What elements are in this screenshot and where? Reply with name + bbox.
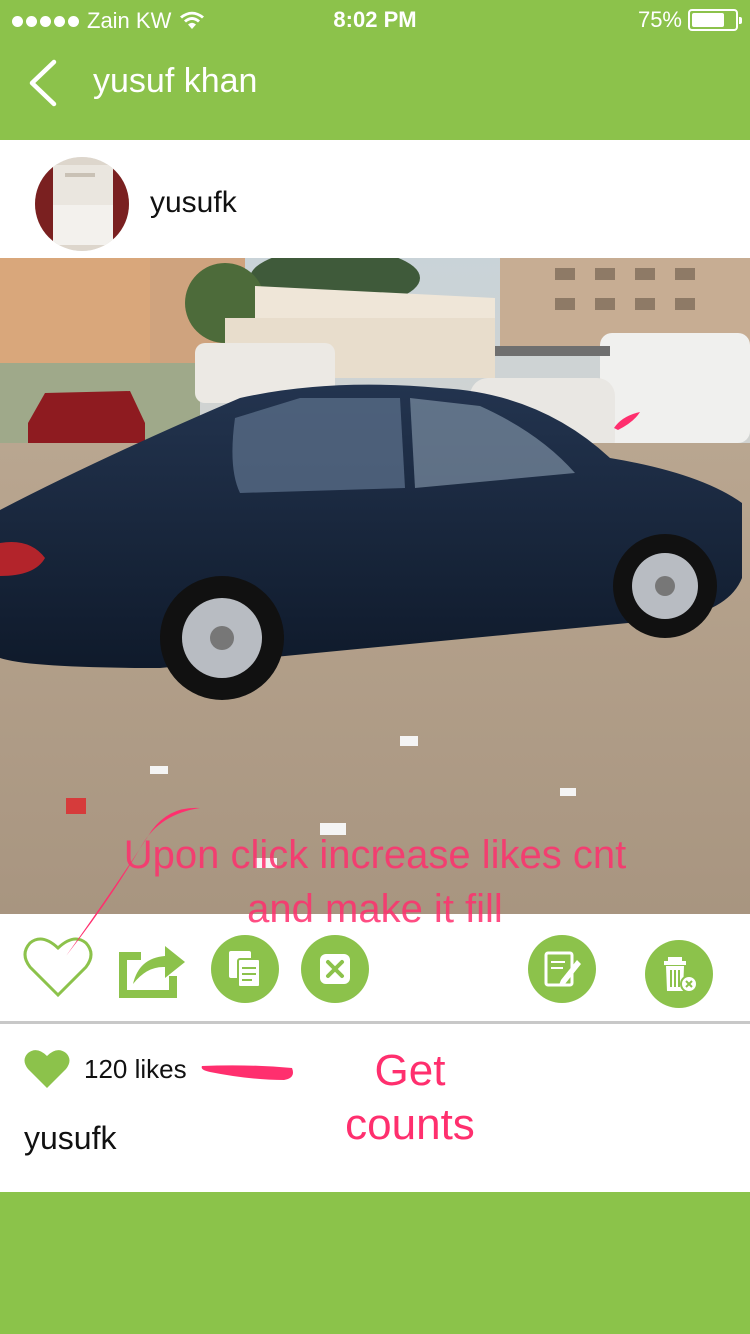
status-right: 75% <box>637 7 742 33</box>
navigation-bar: yusuf khan <box>0 40 750 140</box>
page-title: yusuf khan <box>93 62 258 100</box>
edit-button[interactable] <box>528 935 596 1003</box>
caption-username[interactable]: yusufk <box>24 1120 116 1157</box>
status-bar: Zain KW 8:02 PM 75% <box>0 0 750 40</box>
copy-button[interactable] <box>211 935 279 1003</box>
back-button[interactable] <box>20 50 70 110</box>
annotation-count-note-line1: Get <box>374 1046 446 1095</box>
annotation-count-note: Get counts <box>330 1044 490 1152</box>
annotation-mark-stroke <box>614 412 640 430</box>
likes-area: 120 likes yusufk Get counts <box>0 1024 750 1192</box>
battery-percent: 75% <box>637 7 682 32</box>
delete-icon <box>664 957 698 993</box>
avatar-image <box>35 157 129 251</box>
delete-button[interactable] <box>645 940 713 1008</box>
annotation-arrow-stroke <box>66 807 200 956</box>
avatar[interactable] <box>35 157 129 251</box>
battery-level <box>692 13 724 27</box>
battery-icon <box>688 9 742 31</box>
report-button[interactable] <box>301 935 369 1003</box>
chevron-left-icon <box>29 59 57 107</box>
likes-count[interactable]: 120 likes <box>84 1054 187 1085</box>
annotation-count-note-line2: counts <box>345 1100 475 1149</box>
post-header: yusufk <box>0 140 750 258</box>
annotation-underline-stroke <box>201 1065 293 1080</box>
post-username[interactable]: yusufk <box>150 186 237 220</box>
post-card: yusufk Upon click increase likes cnt and… <box>0 140 750 1192</box>
copy-icon <box>229 951 261 988</box>
heart-filled-icon <box>24 1050 70 1088</box>
report-icon <box>320 954 350 984</box>
edit-icon <box>544 951 581 987</box>
